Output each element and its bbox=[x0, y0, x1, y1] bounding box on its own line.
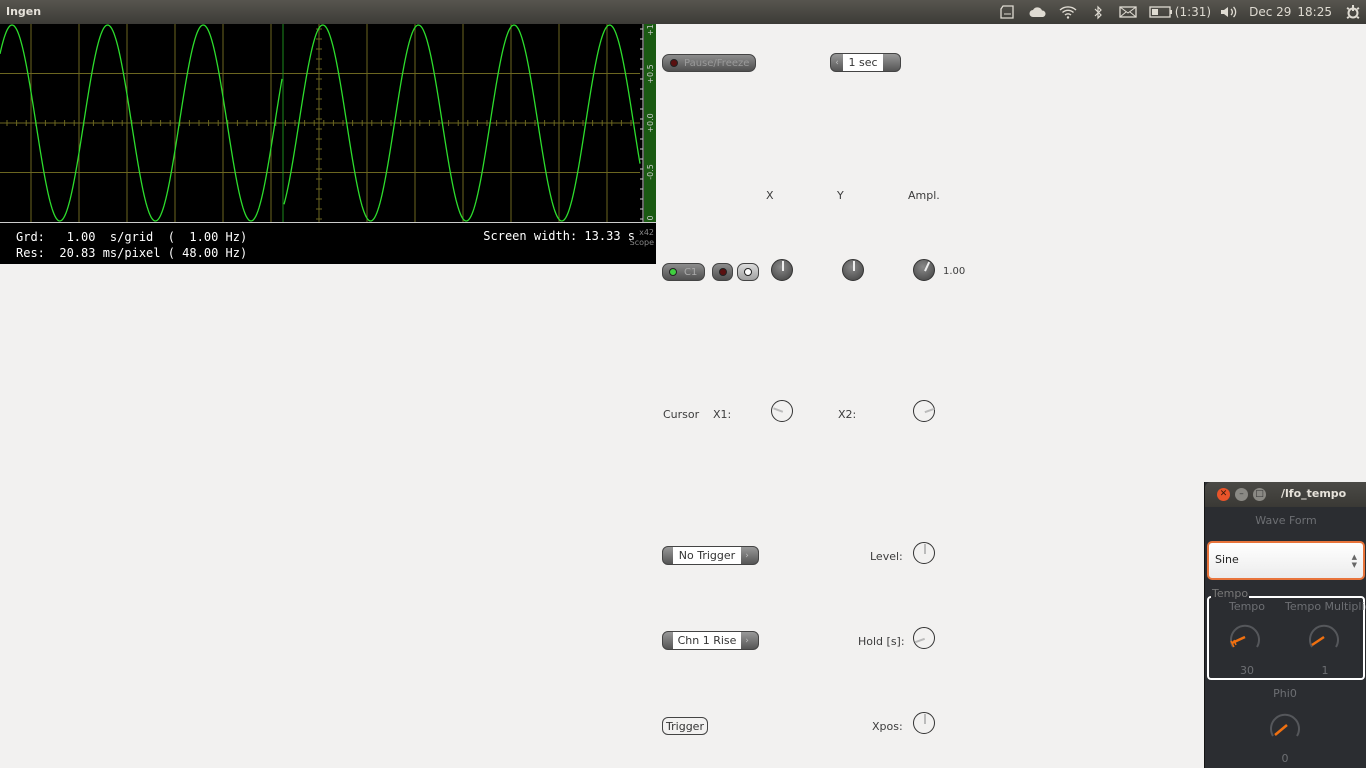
amplitude-value: 1.00 bbox=[943, 266, 966, 277]
cursor-x1-dial[interactable] bbox=[771, 400, 793, 422]
timescale-value: 1 sec bbox=[843, 54, 883, 71]
oscilloscope-display[interactable]: +1 +0.5 +0.0 -0.5 0 Grd: 1.00 s/grid ( 1.00 … bbox=[0, 24, 656, 264]
volume-icon[interactable] bbox=[1219, 4, 1237, 20]
channel-label: C1 bbox=[684, 266, 698, 278]
battery-indicator[interactable]: (1:31) bbox=[1149, 5, 1211, 19]
badge-x42: x42 bbox=[639, 228, 654, 237]
tempo-knob[interactable] bbox=[1227, 619, 1263, 655]
x-offset-knob[interactable] bbox=[771, 259, 793, 281]
amplitude-knob[interactable] bbox=[913, 259, 935, 281]
cloud-icon[interactable] bbox=[1029, 4, 1047, 20]
chevron-left-icon[interactable]: ‹ bbox=[831, 58, 843, 68]
hold-label: Hold [s]: bbox=[858, 635, 905, 648]
xpos-label: Xpos: bbox=[872, 720, 903, 733]
tempo-group-label: Tempo bbox=[1211, 587, 1250, 600]
tempo-label: Tempo bbox=[1228, 600, 1266, 613]
dial-indicator bbox=[924, 714, 926, 724]
maximize-icon[interactable]: □ bbox=[1253, 488, 1266, 501]
phi0-value: 0 bbox=[1281, 752, 1289, 765]
y-tick-label: 0 bbox=[646, 215, 655, 220]
tempo-value: 30 bbox=[1240, 664, 1254, 677]
dial-indicator bbox=[924, 407, 935, 413]
level-label: Level: bbox=[870, 550, 903, 563]
column-y-label: Y bbox=[837, 189, 844, 202]
pause-freeze-button[interactable]: Pause/Freeze bbox=[662, 54, 756, 72]
trigger-level-dial[interactable] bbox=[913, 542, 935, 564]
x2-label: X2: bbox=[838, 408, 857, 421]
pause-label: Pause/Freeze bbox=[684, 57, 750, 69]
window-titlebar[interactable]: ✕ – □ /lfo_tempo bbox=[1205, 482, 1366, 507]
trigger-source-value: Chn 1 Rise bbox=[673, 632, 741, 649]
phi0-knob[interactable] bbox=[1267, 708, 1303, 744]
phi0-label: Phi0 bbox=[1273, 687, 1297, 700]
wifi-icon[interactable] bbox=[1059, 4, 1077, 20]
tempo-multiplier-label: Tempo Multiplie bbox=[1285, 600, 1366, 613]
system-tray: (1:31) Dec 29 18:25 bbox=[993, 0, 1366, 24]
bluetooth-icon[interactable] bbox=[1089, 4, 1107, 20]
dial-indicator bbox=[915, 638, 926, 644]
dial-indicator bbox=[773, 407, 784, 413]
spinner-arrows-icon: ▲ ▼ bbox=[1351, 553, 1357, 569]
mute-led-icon bbox=[718, 268, 727, 276]
trigger-mode-select[interactable]: No Trigger › bbox=[662, 546, 759, 565]
lfo-tempo-window: ✕ – □ /lfo_tempo Wave Form Sine ▲ ▼ Tempo… bbox=[1204, 482, 1366, 768]
battery-icon bbox=[1149, 6, 1172, 18]
channel-mute-button[interactable] bbox=[712, 263, 733, 281]
y-tick-label: +0.0 bbox=[646, 113, 655, 132]
pause-led-icon bbox=[670, 59, 678, 67]
column-x-label: X bbox=[766, 189, 774, 202]
clock[interactable]: Dec 29 18:25 bbox=[1249, 5, 1332, 19]
waveform-combo[interactable]: Sine ▲ ▼ bbox=[1207, 541, 1365, 580]
xpos-dial[interactable] bbox=[913, 712, 935, 734]
power-gear-icon[interactable] bbox=[1344, 4, 1362, 20]
knob-indicator bbox=[924, 261, 930, 272]
battery-time: (1:31) bbox=[1174, 5, 1212, 19]
scope-plot: +1 +0.5 +0.0 -0.5 0 bbox=[0, 24, 656, 223]
trigger-source-select[interactable]: Chn 1 Rise › bbox=[662, 631, 759, 650]
sd-card-icon[interactable] bbox=[999, 4, 1017, 20]
cursor-label: Cursor bbox=[663, 408, 700, 421]
channel-led-icon bbox=[669, 268, 677, 276]
knob-indicator bbox=[782, 261, 784, 271]
resolution-info: Res: 20.83 ms/pixel ( 48.00 Hz) bbox=[16, 246, 248, 260]
y-tick-label: +1 bbox=[646, 24, 655, 36]
knob-indicator bbox=[853, 261, 855, 271]
top-panel: Ingen (1:31) Dec 29 18:25 bbox=[0, 0, 1366, 24]
y-tick-label: +0.5 bbox=[646, 64, 655, 83]
close-icon[interactable]: ✕ bbox=[1217, 488, 1230, 501]
column-ampl-label: Ampl. bbox=[908, 189, 940, 202]
minimize-icon[interactable]: – bbox=[1235, 488, 1248, 501]
waveform-label: Wave Form bbox=[1255, 514, 1317, 527]
y-tick-label: -0.5 bbox=[646, 164, 655, 180]
badge-scope: Scope bbox=[629, 238, 654, 247]
time-text: 18:25 bbox=[1297, 5, 1332, 19]
app-title: Ingen bbox=[6, 5, 42, 18]
mail-icon[interactable] bbox=[1119, 4, 1137, 20]
channel-visible-button[interactable] bbox=[737, 263, 759, 281]
channel-1-toggle[interactable]: C1 bbox=[662, 263, 705, 281]
x42-scope-badge: x42 Scope bbox=[630, 228, 654, 248]
timescale-select[interactable]: ‹ 1 sec bbox=[830, 53, 901, 72]
trigger-hold-dial[interactable] bbox=[913, 627, 935, 649]
date-text: Dec 29 bbox=[1249, 5, 1292, 19]
visible-led-icon bbox=[744, 268, 752, 276]
screen-width-info: Screen width: 13.33 s bbox=[483, 229, 635, 243]
scope-info: Grd: 1.00 s/grid ( 1.00 Hz) Res: 20.83 ms… bbox=[16, 229, 247, 261]
cursor-x2-dial[interactable] bbox=[913, 400, 935, 422]
window-title: /lfo_tempo bbox=[1281, 487, 1347, 500]
tempo-multiplier-value: 1 bbox=[1321, 664, 1329, 677]
tempo-multiplier-knob[interactable] bbox=[1306, 619, 1342, 655]
dial-indicator bbox=[924, 544, 926, 554]
waveform-value: Sine bbox=[1215, 553, 1239, 566]
trigger-mode-value: No Trigger bbox=[673, 547, 741, 564]
trigger-button[interactable]: Trigger bbox=[662, 717, 708, 735]
grid-info: Grd: 1.00 s/grid ( 1.00 Hz) bbox=[16, 230, 248, 244]
chevron-right-icon[interactable]: › bbox=[741, 551, 753, 561]
x1-label: X1: bbox=[713, 408, 732, 421]
chevron-right-icon[interactable]: › bbox=[741, 636, 753, 646]
y-offset-knob[interactable] bbox=[842, 259, 864, 281]
